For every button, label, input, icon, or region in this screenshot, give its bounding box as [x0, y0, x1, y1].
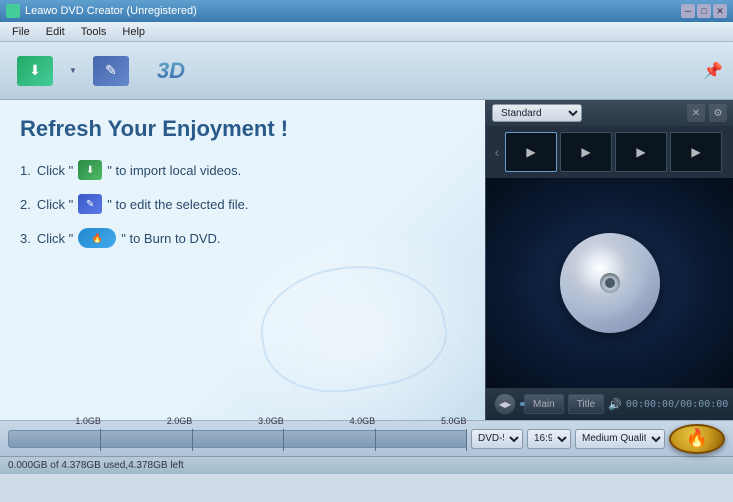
step-2-num: 2.	[20, 197, 31, 212]
step-2: 2. Click " ✎ " to edit the selected file…	[20, 194, 465, 214]
step-2-edit-icon: ✎	[78, 194, 102, 214]
threed-label: 3D	[157, 58, 185, 84]
step-1-import-icon: ⬇	[78, 160, 102, 180]
mark-3gb-label: 3.0GB	[258, 416, 284, 426]
window-controls: ─ □ ✕	[681, 4, 727, 18]
threed-icon: 3D	[153, 56, 189, 86]
step-3-text: " to Burn to DVD.	[121, 231, 220, 246]
storage-dropdowns: DVD-5 DVD-9 16:9 4:3 Medium Quality High…	[471, 429, 665, 449]
import-arrow-icon: ⬇	[29, 62, 41, 79]
mark-1gb-label: 1.0GB	[75, 416, 101, 426]
main-tab[interactable]: Main	[524, 394, 564, 414]
title-tab[interactable]: Title	[568, 394, 605, 414]
step-1: 1. Click " ⬇ " to import local videos.	[20, 160, 465, 180]
step-2-text: " to edit the selected file.	[107, 197, 248, 212]
menu-file[interactable]: File	[4, 24, 38, 40]
menu-help[interactable]: Help	[114, 24, 153, 40]
right-top-bar: Standard High Quality Low Quality ✕ ⚙	[486, 100, 733, 126]
mark-1gb: 1.0GB	[100, 429, 101, 451]
volume-icon: 🔊	[608, 398, 622, 411]
maximize-button[interactable]: □	[697, 4, 711, 18]
edit-button[interactable]: ✎	[84, 46, 138, 96]
aspect-ratio-select[interactable]: 16:9 4:3	[527, 429, 571, 449]
thumbnail-3[interactable]	[615, 132, 667, 172]
mark-4gb-label: 4.0GB	[350, 416, 376, 426]
mark-2gb-label: 2.0GB	[167, 416, 193, 426]
mark-4gb: 4.0GB	[375, 429, 376, 451]
threed-button[interactable]: 3D	[144, 46, 198, 96]
dvd-disc	[560, 233, 660, 333]
menubar: File Edit Tools Help	[0, 22, 733, 42]
time-display: 00:00:00/00:00:00	[626, 399, 728, 410]
minimize-button[interactable]: ─	[681, 4, 695, 18]
import-dropdown-arrow[interactable]: ▼	[68, 61, 78, 81]
app-icon	[6, 4, 20, 18]
dvd-type-select[interactable]: DVD-5 DVD-9	[471, 429, 523, 449]
status-text: 0.000GB of 4.378GB used,4.378GB left	[8, 460, 184, 471]
close-button[interactable]: ✕	[713, 4, 727, 18]
mark-5gb-label: 5.0GB	[441, 416, 467, 426]
quality-select[interactable]: Standard High Quality Low Quality	[492, 104, 582, 122]
thumbnail-4[interactable]	[670, 132, 722, 172]
settings-icon[interactable]: ⚙	[709, 104, 727, 122]
menu-tools[interactable]: Tools	[73, 24, 115, 40]
progress-track: 1.0GB 2.0GB 3.0GB 4.0GB 5.0GB	[8, 430, 467, 448]
encode-quality-select[interactable]: Medium Quality High Quality Low Quality	[575, 429, 665, 449]
left-panel: Refresh Your Enjoyment ! 1. Click " ⬇ " …	[0, 100, 485, 420]
titlebar: Leawo DVD Creator (Unregistered) ─ □ ✕	[0, 0, 733, 22]
thumb-prev[interactable]: ‹	[492, 132, 502, 172]
thumbnails-row: ‹	[486, 126, 733, 178]
welcome-title: Refresh Your Enjoyment !	[20, 116, 465, 142]
storage-bar: 1.0GB 2.0GB 3.0GB 4.0GB 5.0GB DVD-5 DVD-…	[0, 420, 733, 456]
main-area: Refresh Your Enjoyment ! 1. Click " ⬇ " …	[0, 100, 733, 420]
step-1-num: 1.	[20, 163, 31, 178]
burn-button[interactable]: 🔥	[669, 424, 725, 454]
pin-icon: 📌	[703, 61, 723, 81]
delete-icon[interactable]: ✕	[687, 104, 705, 122]
burn-flame-icon: 🔥	[686, 428, 708, 449]
thumbnail-2[interactable]	[560, 132, 612, 172]
step-1-text: " to import local videos.	[107, 163, 241, 178]
right-panel: Standard High Quality Low Quality ✕ ⚙ ‹ …	[485, 100, 733, 420]
toolbar: ⬇ ▼ ✎ 3D 📌	[0, 42, 733, 100]
thumbnail-1[interactable]	[505, 132, 557, 172]
play-button[interactable]: ◀▶	[494, 393, 516, 415]
edit-icon: ✎	[93, 56, 129, 86]
mark-2gb: 2.0GB	[192, 429, 193, 451]
right-top-icons: ✕ ⚙	[687, 104, 727, 122]
status-bar: 0.000GB of 4.378GB used,4.378GB left	[0, 456, 733, 474]
app-title: Leawo DVD Creator (Unregistered)	[25, 5, 681, 17]
preview-controls: ◀▶ Main Title 🔊 00:00:00/00:00:00	[486, 388, 733, 420]
import-button[interactable]: ⬇	[8, 46, 62, 96]
menu-edit[interactable]: Edit	[38, 24, 73, 40]
pin-button[interactable]: 📌	[701, 46, 725, 96]
step-3-burn-icon: 🔥	[78, 228, 116, 248]
import-icon: ⬇	[17, 56, 53, 86]
step-3-num: 3.	[20, 231, 31, 246]
mark-5gb: 5.0GB	[466, 429, 467, 451]
step-3: 3. Click " 🔥 " to Burn to DVD.	[20, 228, 465, 248]
mark-3gb: 3.0GB	[283, 429, 284, 451]
preview-area	[486, 178, 733, 388]
